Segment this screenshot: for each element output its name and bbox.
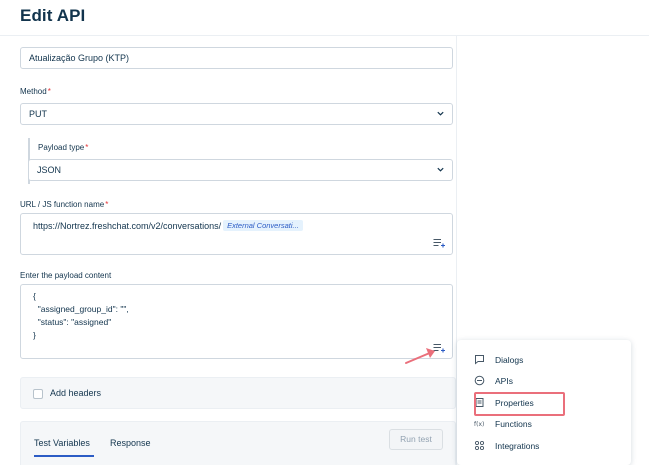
insert-variable-icon[interactable] [433, 238, 446, 248]
page-title: Edit API [20, 6, 86, 25]
menu-item-dialogs[interactable]: Dialogs [457, 350, 631, 370]
variable-pill[interactable]: External Conversati... [223, 220, 303, 231]
tab-test-variables[interactable]: Test Variables [34, 438, 90, 448]
method-label: Method* [20, 87, 51, 96]
code-line: } [33, 330, 36, 340]
payload-content-label: Enter the payload content [20, 271, 112, 280]
add-headers-checkbox[interactable] [33, 389, 43, 399]
svg-text:f(x): f(x) [474, 421, 484, 428]
url-label: URL / JS function name* [20, 200, 109, 209]
tab-response[interactable]: Response [110, 438, 151, 448]
method-value: PUT [29, 109, 47, 119]
url-input[interactable]: https://Nortrez.freshchat.com/v2/convers… [20, 213, 453, 255]
menu-item-apis[interactable]: APIs [457, 371, 631, 391]
function-icon: f(x) [474, 421, 484, 428]
active-tab-indicator [34, 455, 94, 457]
code-line: { [33, 291, 36, 301]
api-icon [474, 375, 485, 386]
test-section: Test Variables Response Run test [20, 421, 456, 465]
run-test-button[interactable]: Run test [389, 429, 443, 450]
add-headers-label[interactable]: Add headers [50, 388, 101, 398]
menu-item-integrations[interactable]: Integrations [457, 436, 631, 456]
chevron-down-icon [437, 167, 444, 172]
payload-content-editor[interactable]: { "assigned_group_id": "", "status": "as… [20, 284, 453, 359]
payload-type-label: Payload type* [38, 143, 89, 152]
add-headers-section: Add headers [20, 377, 456, 409]
code-line: "status": "assigned" [33, 317, 112, 327]
code-line: "assigned_group_id": "", [33, 304, 129, 314]
method-select[interactable]: PUT [20, 103, 453, 125]
api-name-input[interactable]: Atualização Grupo (KTP) [20, 47, 453, 69]
payload-type-value: JSON [37, 165, 62, 175]
integrations-icon [474, 440, 485, 451]
chat-bubble-icon [475, 355, 484, 365]
annotation-arrow-icon [405, 348, 435, 364]
properties-highlight-box [474, 392, 565, 416]
payload-type-select[interactable]: JSON [28, 159, 453, 181]
api-name-value: Atualização Grupo (KTP) [29, 53, 130, 63]
menu-item-functions[interactable]: f(x) Functions [457, 414, 631, 434]
url-value: https://Nortrez.freshchat.com/v2/convers… [33, 220, 303, 231]
chevron-down-icon [437, 111, 444, 116]
page-header: Edit API [0, 0, 649, 36]
